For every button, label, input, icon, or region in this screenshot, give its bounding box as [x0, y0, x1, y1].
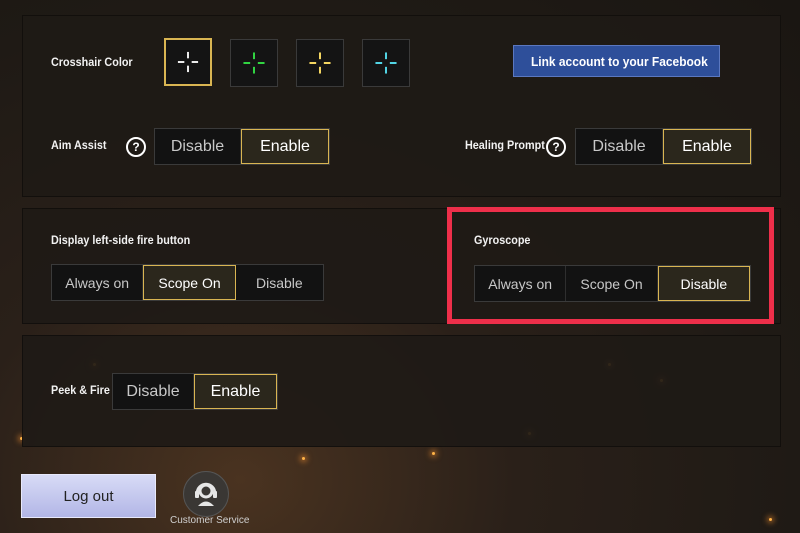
headset-icon: [195, 482, 217, 506]
healing-prompt-help-icon[interactable]: ?: [546, 137, 566, 157]
peek-fire-label: Peek & Fire: [51, 383, 110, 397]
aim-assist-help-icon[interactable]: ?: [126, 137, 146, 157]
left-fire-disable-option[interactable]: Disable: [236, 265, 323, 300]
healing-prompt-enable-option[interactable]: Enable: [663, 129, 751, 164]
crosshair-green-option[interactable]: [230, 39, 278, 87]
link-facebook-button[interactable]: f Link account to your Facebook: [513, 45, 720, 77]
customer-service-button[interactable]: [183, 471, 229, 517]
crosshair-icon: [177, 51, 199, 73]
crosshair-cyan-option[interactable]: [362, 39, 410, 87]
peek-fire-disable-option[interactable]: Disable: [113, 374, 194, 409]
crosshair-icon: [375, 52, 397, 74]
aim-assist-enable-option[interactable]: Enable: [241, 129, 329, 164]
gyroscope-highlight-box: [447, 207, 774, 324]
ember: [769, 518, 772, 521]
healing-prompt-toggle: Disable Enable: [575, 128, 752, 165]
crosshair-icon: [309, 52, 331, 74]
crosshair-color-label: Crosshair Color: [51, 55, 133, 69]
crosshair-white-option[interactable]: [164, 38, 212, 86]
left-fire-scope-on-option[interactable]: Scope On: [143, 265, 236, 300]
aim-assist-toggle: Disable Enable: [154, 128, 330, 165]
logout-button[interactable]: Log out: [21, 474, 156, 518]
aim-assist-disable-option[interactable]: Disable: [155, 129, 241, 164]
healing-prompt-label: Healing Prompt: [465, 138, 545, 152]
left-fire-always-on-option[interactable]: Always on: [52, 265, 144, 300]
healing-prompt-disable-option[interactable]: Disable: [576, 129, 663, 164]
link-facebook-label: Link account to your Facebook: [531, 53, 708, 69]
peek-fire-enable-option[interactable]: Enable: [194, 374, 277, 409]
crosshair-yellow-option[interactable]: [296, 39, 344, 87]
ember: [302, 457, 305, 460]
left-fire-toggle: Always on Scope On Disable: [51, 264, 324, 301]
aim-assist-label: Aim Assist: [51, 138, 107, 152]
customer-service-label: Customer Service: [170, 515, 250, 526]
ember: [432, 452, 435, 455]
crosshair-icon: [243, 52, 265, 74]
peek-fire-toggle: Disable Enable: [112, 373, 278, 410]
left-fire-label: Display left-side fire button: [51, 233, 191, 247]
